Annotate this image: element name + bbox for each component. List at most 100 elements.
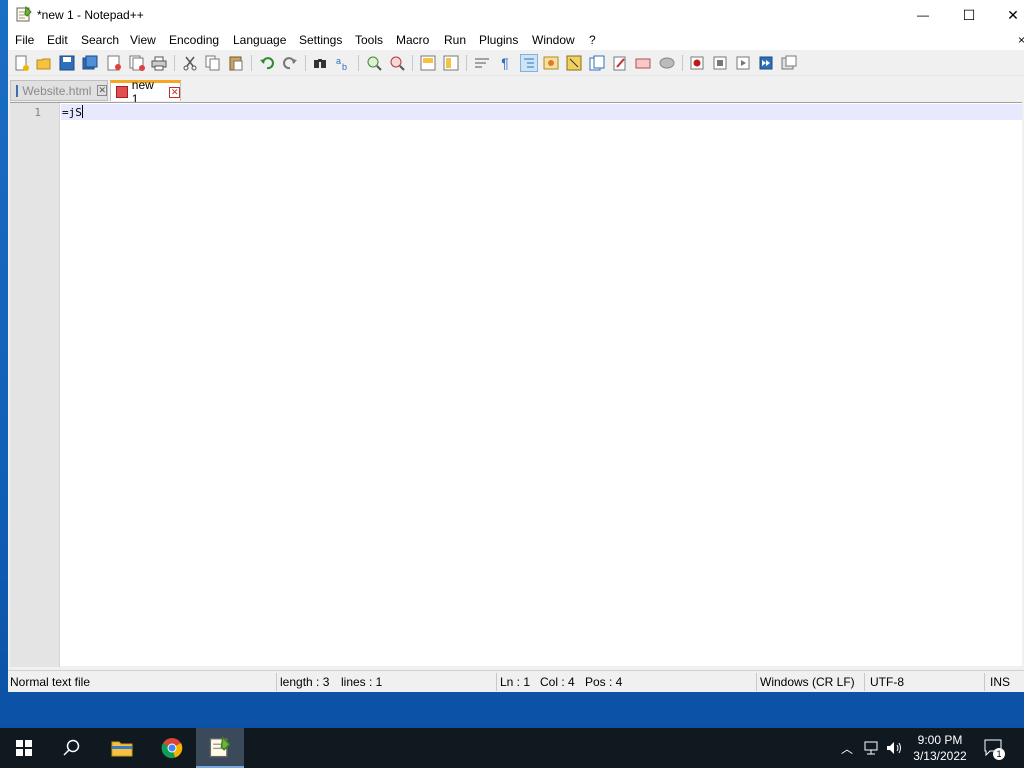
zoom-in-icon[interactable] — [365, 54, 383, 72]
menu-edit[interactable]: Edit — [47, 33, 68, 47]
close-all-icon[interactable] — [128, 54, 146, 72]
title-bar[interactable]: *new 1 - Notepad++ — ☐ ✕ — [8, 0, 1024, 30]
undo-icon[interactable] — [258, 54, 276, 72]
menu-help[interactable]: ? — [589, 33, 596, 47]
taskbar-chrome[interactable] — [148, 728, 196, 768]
menu-encoding[interactable]: Encoding — [169, 33, 219, 47]
status-col: Col : 4 — [540, 675, 575, 689]
replace-icon[interactable]: ab — [334, 54, 352, 72]
play-macro-icon[interactable] — [734, 54, 752, 72]
chrome-icon — [161, 738, 183, 759]
toolbar: ab ¶ — [8, 50, 1024, 76]
status-lines: lines : 1 — [341, 675, 383, 689]
status-mode: INS — [990, 675, 1011, 689]
save-icon[interactable] — [58, 54, 76, 72]
status-pos: Pos : 4 — [585, 675, 623, 689]
action-center-button[interactable]: 1 — [980, 728, 1008, 768]
paste-icon[interactable] — [227, 54, 245, 72]
stop-macro-icon[interactable] — [711, 54, 729, 72]
menu-language[interactable]: Language — [233, 33, 286, 47]
show-hidden-icons-chevron-icon[interactable]: ︿ — [838, 728, 856, 768]
status-ln: Ln : 1 — [500, 675, 531, 689]
unsaved-file-icon — [116, 86, 128, 98]
function-list-icon[interactable] — [588, 54, 606, 72]
show-all-chars-icon[interactable]: ¶ — [496, 54, 514, 72]
volume-icon[interactable] — [884, 728, 906, 768]
tab-new-1[interactable]: new 1 ✕ — [110, 78, 181, 106]
notepadpp-icon — [209, 736, 231, 758]
word-wrap-icon[interactable] — [473, 54, 491, 72]
record-macro-icon[interactable] — [688, 54, 706, 72]
print-icon[interactable] — [150, 54, 168, 72]
menu-settings[interactable]: Settings — [299, 33, 342, 47]
menu-run[interactable]: Run — [444, 33, 466, 47]
redo-icon[interactable] — [281, 54, 299, 72]
window-title: *new 1 - Notepad++ — [37, 8, 144, 22]
maximize-icon: ☐ — [962, 6, 976, 23]
close-window-button[interactable]: ✕ — [990, 0, 1024, 30]
status-bar: Normal text file length : 3 lines : 1 Ln… — [8, 670, 1024, 692]
notepadpp-icon — [16, 6, 32, 22]
save-all-icon[interactable] — [81, 54, 99, 72]
clock-date: 3/13/2022 — [913, 749, 967, 763]
saved-file-icon — [16, 84, 19, 97]
menu-plugins[interactable]: Plugins — [479, 33, 518, 47]
status-eol: Windows (CR LF) — [760, 675, 855, 689]
copy-icon[interactable] — [204, 54, 222, 72]
run-macro-multiple-icon[interactable] — [757, 54, 775, 72]
text-caret — [81, 105, 83, 118]
indent-guide-icon[interactable] — [520, 54, 538, 72]
taskbar-file-explorer[interactable] — [98, 728, 146, 768]
folder-workspace-icon[interactable] — [611, 54, 629, 72]
taskbar: ︿ 9:00 PM 3/13/2022 1 — [0, 728, 1024, 768]
start-button[interactable] — [0, 728, 48, 768]
menu-view[interactable]: View — [130, 33, 156, 47]
monitoring-eye-icon[interactable] — [658, 54, 676, 72]
current-line-highlight — [61, 104, 1022, 120]
notepad-window: *new 1 - Notepad++ — ☐ ✕ File Edit Searc… — [8, 0, 1024, 692]
tab-label: Website.html — [22, 83, 92, 98]
system-clock[interactable]: 9:00 PM 3/13/2022 — [910, 732, 970, 764]
tab-close-icon[interactable]: ✕ — [97, 85, 107, 96]
cut-icon[interactable] — [181, 54, 199, 72]
notification-count-badge: 1 — [993, 748, 1005, 760]
new-file-icon[interactable] — [12, 54, 30, 72]
editor-content[interactable]: =jS — [62, 105, 83, 119]
tab-bar: Website.html ✕ new 1 ✕ — [8, 78, 1024, 106]
status-file-type: Normal text file — [10, 675, 91, 689]
status-encoding: UTF-8 — [870, 675, 904, 689]
text-editor[interactable]: 1 =jS — [10, 102, 1022, 667]
windows-icon — [16, 740, 32, 756]
close-icon: ✕ — [1007, 6, 1019, 23]
zoom-out-icon[interactable] — [388, 54, 406, 72]
open-file-icon[interactable] — [35, 54, 53, 72]
save-macro-icon[interactable] — [780, 54, 798, 72]
menu-window[interactable]: Window — [532, 33, 575, 47]
close-document-x[interactable]: × — [1018, 33, 1024, 47]
menu-search[interactable]: Search — [81, 33, 119, 47]
menu-tools[interactable]: Tools — [355, 33, 383, 47]
find-icon[interactable] — [311, 54, 329, 72]
editor-text: =jS — [62, 106, 82, 119]
minimize-button[interactable]: — — [900, 0, 946, 30]
sync-horizontal-icon[interactable] — [442, 54, 460, 72]
svg-text:b: b — [342, 62, 347, 71]
menu-file[interactable]: File — [15, 33, 34, 47]
tab-website-html[interactable]: Website.html ✕ — [10, 80, 108, 101]
monitoring-icon[interactable] — [634, 54, 652, 72]
line-number: 1 — [34, 106, 41, 119]
taskbar-notepadpp[interactable] — [196, 728, 244, 768]
minimize-icon: — — [917, 8, 929, 22]
menu-macro[interactable]: Macro — [396, 33, 429, 47]
search-button[interactable] — [48, 728, 96, 768]
status-length: length : 3 — [280, 675, 330, 689]
svg-text:a: a — [336, 56, 341, 66]
doc-map-icon[interactable] — [565, 54, 583, 72]
folder-icon — [111, 741, 133, 757]
sync-vertical-icon[interactable] — [419, 54, 437, 72]
tab-close-icon[interactable]: ✕ — [169, 86, 180, 98]
maximize-button[interactable]: ☐ — [946, 0, 992, 30]
udl-icon[interactable] — [542, 54, 560, 72]
network-icon[interactable] — [862, 728, 882, 768]
close-icon[interactable] — [105, 54, 123, 72]
